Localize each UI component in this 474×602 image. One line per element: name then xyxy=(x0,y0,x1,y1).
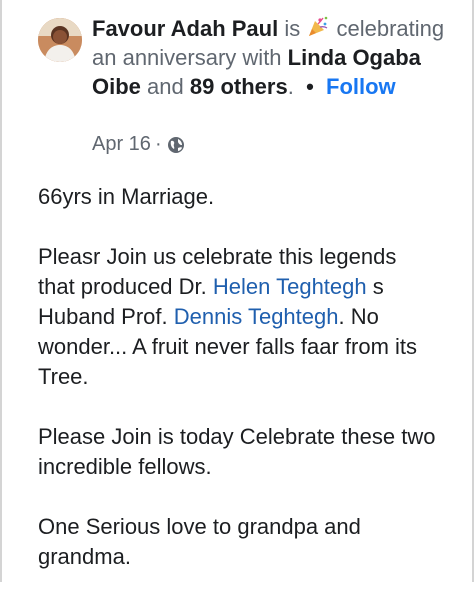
follow-button[interactable]: Follow xyxy=(326,74,396,99)
post-headline: Favour Adah Paul is celebrating an anniv… xyxy=(92,14,452,101)
post-meta: Apr 16 · xyxy=(92,133,185,156)
post-card: Favour Adah Paul is celebrating an anniv… xyxy=(0,0,474,582)
author-avatar[interactable] xyxy=(38,18,82,62)
author-name[interactable]: Favour Adah Paul xyxy=(92,16,278,41)
mention-dennis-teghtegh[interactable]: Dennis Teghtegh xyxy=(174,304,339,329)
and-word: and xyxy=(147,74,184,99)
activity-prefix: is xyxy=(284,16,301,41)
avatar-photo-icon xyxy=(38,18,82,62)
post-body: 66yrs in Marriage. Pleasr Join us celebr… xyxy=(38,182,438,602)
mention-helen-teghtegh[interactable]: Helen Teghtegh xyxy=(213,274,367,299)
paragraph-2: Pleasr Join us celebrate this legends th… xyxy=(38,242,438,392)
party-popper-icon xyxy=(306,15,330,39)
others-link[interactable]: 89 others xyxy=(190,74,288,99)
others-suffix: . xyxy=(287,74,294,99)
globe-icon[interactable] xyxy=(167,136,185,154)
paragraph-4: One Serious love to grandpa and grandma. xyxy=(38,514,361,569)
paragraph-3: Please Join is today Celebrate these two… xyxy=(38,424,436,479)
paragraph-1: 66yrs in Marriage. xyxy=(38,184,215,209)
post-header: Favour Adah Paul is celebrating an anniv… xyxy=(2,0,472,170)
separator-dot: • xyxy=(306,74,314,99)
meta-dot: · xyxy=(154,133,162,155)
post-date[interactable]: Apr 16 xyxy=(92,133,151,156)
